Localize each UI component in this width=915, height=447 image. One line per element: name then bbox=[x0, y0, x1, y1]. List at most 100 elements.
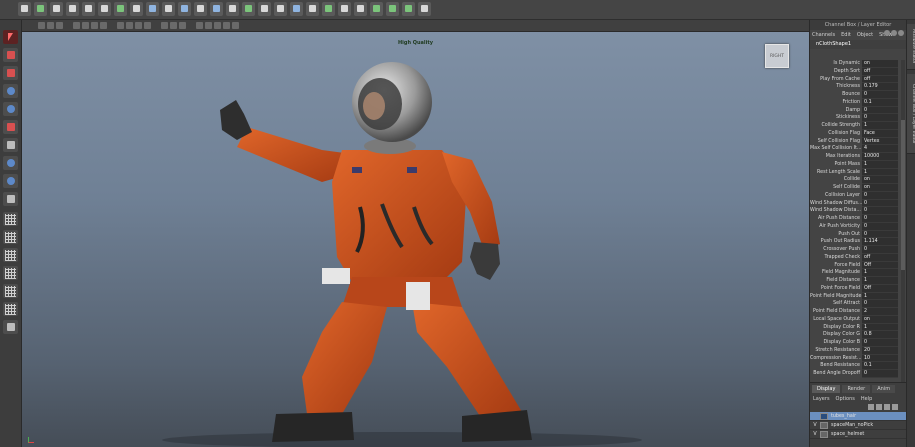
grid-icon[interactable] bbox=[82, 22, 89, 29]
menu-object[interactable]: Object bbox=[857, 30, 873, 40]
layout-two[interactable] bbox=[3, 248, 18, 262]
attribute-row[interactable]: Play From Cache off bbox=[810, 75, 907, 84]
attribute-value[interactable]: 4 bbox=[862, 145, 898, 153]
attribute-value[interactable]: on bbox=[862, 184, 898, 192]
attribute-value[interactable]: 0 bbox=[862, 339, 898, 347]
layer-color-swatch[interactable] bbox=[820, 412, 828, 420]
attribute-value[interactable]: 1 bbox=[862, 292, 898, 301]
shaded-icon[interactable] bbox=[126, 22, 133, 29]
shirt-icon[interactable] bbox=[130, 2, 143, 16]
attribute-value[interactable]: 0.1 bbox=[862, 362, 898, 370]
layout-custom[interactable] bbox=[3, 320, 18, 334]
cloth-icon[interactable] bbox=[402, 2, 415, 16]
shirt-icon[interactable] bbox=[306, 2, 319, 16]
menu-channels[interactable]: Channels bbox=[812, 30, 835, 40]
attribute-value[interactable]: 0 bbox=[862, 246, 898, 254]
tab-display[interactable]: Display bbox=[812, 385, 841, 393]
cloth-icon[interactable] bbox=[322, 2, 335, 16]
attribute-row[interactable]: Point Field Magnitude 1 bbox=[810, 292, 907, 301]
select-tool[interactable] bbox=[3, 30, 18, 44]
new-layer-selected-icon[interactable] bbox=[892, 404, 898, 410]
attribute-row[interactable]: Field Distance 1 bbox=[810, 277, 907, 285]
shirt-icon[interactable] bbox=[66, 2, 79, 16]
attribute-value[interactable]: 1 bbox=[862, 269, 898, 277]
scrollbar-thumb[interactable] bbox=[901, 120, 905, 270]
shirt-icon[interactable] bbox=[18, 2, 31, 16]
gate-icon[interactable] bbox=[223, 22, 230, 29]
attribute-value[interactable]: on bbox=[862, 176, 898, 184]
attribute-row[interactable]: Point Field Distance 2 bbox=[810, 308, 907, 316]
shirt-icon[interactable] bbox=[258, 2, 271, 16]
scale-tool[interactable] bbox=[3, 120, 18, 134]
attribute-value[interactable]: 0 bbox=[862, 91, 898, 99]
attribute-value[interactable]: 0 bbox=[862, 230, 898, 239]
channel-box-scrollbar[interactable] bbox=[901, 60, 905, 390]
channel-box-toggle-icon[interactable] bbox=[884, 30, 890, 36]
constraint-icon[interactable] bbox=[82, 2, 95, 16]
layer-color-swatch[interactable] bbox=[820, 421, 828, 429]
shirt-icon[interactable] bbox=[274, 2, 287, 16]
field-icon[interactable] bbox=[210, 2, 223, 16]
attribute-row[interactable]: Force Field Off bbox=[810, 261, 907, 270]
attribute-value[interactable]: 0.8 bbox=[862, 331, 898, 339]
texture-icon[interactable] bbox=[135, 22, 142, 29]
attribute-value[interactable]: off bbox=[862, 67, 898, 76]
attribute-row[interactable]: Bend Resistance 0.1 bbox=[810, 362, 907, 370]
attribute-row[interactable]: Push Out 0 bbox=[810, 230, 907, 239]
attribute-value[interactable]: 1 bbox=[862, 277, 898, 285]
attribute-row[interactable]: Self Collide on bbox=[810, 184, 907, 192]
grid-icon[interactable] bbox=[100, 22, 107, 29]
cloth-icon[interactable] bbox=[34, 2, 47, 16]
cache-icon[interactable] bbox=[354, 2, 367, 16]
attribute-value[interactable]: 1 bbox=[862, 160, 898, 169]
attribute-row[interactable]: Collide on bbox=[810, 176, 907, 184]
grid-icon[interactable] bbox=[91, 22, 98, 29]
menu-edit[interactable]: Edit bbox=[841, 30, 851, 40]
attribute-row[interactable]: Self Collision Flag Vertex bbox=[810, 137, 907, 146]
attribute-value[interactable]: 0 bbox=[862, 215, 898, 223]
attribute-row[interactable]: Display Color B0 bbox=[810, 339, 907, 347]
layout-graph[interactable] bbox=[3, 284, 18, 298]
gate-icon[interactable] bbox=[232, 22, 239, 29]
attribute-row[interactable]: Compression Resist... 10 bbox=[810, 354, 907, 363]
attribute-row[interactable]: Depth Sort off bbox=[810, 67, 907, 76]
xray-icon[interactable] bbox=[179, 22, 186, 29]
light-icon[interactable] bbox=[144, 22, 151, 29]
layer-row[interactable]: Vspace_helmet bbox=[810, 430, 907, 439]
layout-single[interactable] bbox=[3, 212, 18, 226]
attribute-row[interactable]: Bounce 0 bbox=[810, 91, 907, 99]
tab-attribute-editor[interactable]: Attribute Editor bbox=[907, 24, 915, 70]
attribute-value[interactable]: 0 bbox=[862, 370, 898, 378]
attribute-row[interactable]: Field Magnitude 1 bbox=[810, 269, 907, 277]
attribute-row[interactable]: Collision Flag Face bbox=[810, 129, 907, 138]
attribute-row[interactable]: Self Attract 0 bbox=[810, 300, 907, 308]
field-icon[interactable] bbox=[290, 2, 303, 16]
attribute-row[interactable]: Push Out Radius 1.114 bbox=[810, 238, 907, 246]
gate-icon[interactable] bbox=[214, 22, 221, 29]
channel-box-toggle-icon[interactable] bbox=[891, 30, 897, 36]
attribute-row[interactable]: Trapped Check off bbox=[810, 253, 907, 262]
paint-select-tool[interactable] bbox=[3, 66, 18, 80]
shirt-icon[interactable] bbox=[226, 2, 239, 16]
attribute-row[interactable]: Stretch Resistance 20 bbox=[810, 346, 907, 355]
camera-icon[interactable] bbox=[47, 22, 54, 29]
cloth-icon[interactable] bbox=[242, 2, 255, 16]
menu-layers[interactable]: Layers bbox=[813, 395, 830, 403]
new-layer-icon[interactable] bbox=[884, 404, 890, 410]
layer-visibility-toggle[interactable]: V bbox=[810, 423, 820, 428]
attribute-value[interactable]: off bbox=[862, 75, 898, 84]
shirt-icon[interactable] bbox=[194, 2, 207, 16]
channel-box-toggle-icon[interactable] bbox=[898, 30, 904, 36]
layout-outliner[interactable] bbox=[3, 266, 18, 280]
attribute-row[interactable]: Point Mass 1 bbox=[810, 160, 907, 169]
attribute-row[interactable]: Is Dynamic on bbox=[810, 60, 907, 68]
attribute-row[interactable]: Air Push Distance 0 bbox=[810, 215, 907, 223]
camera-icon[interactable] bbox=[38, 22, 45, 29]
attribute-value[interactable]: Vertex bbox=[862, 137, 898, 146]
attribute-row[interactable]: Local Space Output on bbox=[810, 315, 907, 324]
attribute-value[interactable]: 0.1 bbox=[862, 98, 898, 107]
layer-visibility-toggle[interactable]: V bbox=[810, 432, 820, 437]
attribute-row[interactable]: Rest Length Scale 1 bbox=[810, 168, 907, 177]
sculpt-tool[interactable] bbox=[3, 192, 18, 206]
attribute-row[interactable]: Point Force Field Off bbox=[810, 284, 907, 293]
